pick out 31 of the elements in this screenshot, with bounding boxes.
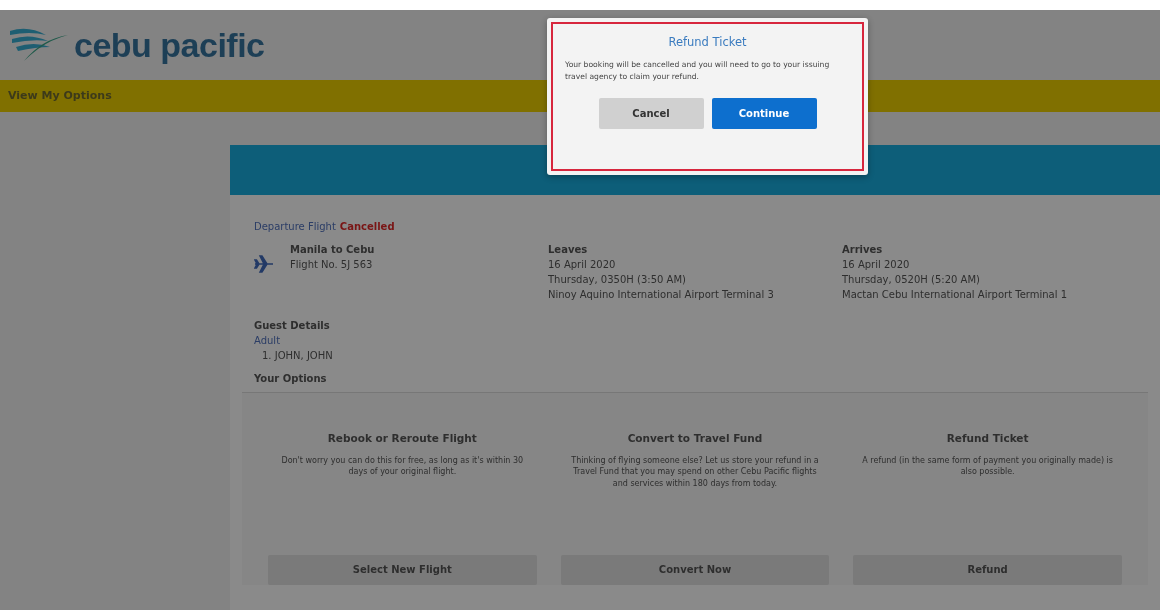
flight-number: Flight No. 5J 563 [290,258,374,272]
continue-button[interactable]: Continue [711,98,817,130]
airport-name: Ninoy Aquino International Airport Terminal 3 [548,288,775,302]
option-description: Don't worry you can do this for free, as long as it's within 30 days of your original flight. [280,454,525,479]
airplane-icon [254,254,274,274]
airport-name: Mactan Cebu International Airport Terminal 1 [842,288,1069,302]
option-title: Rebook or Reroute Flight [326,431,478,446]
option-button[interactable]: Select New Flight [268,554,537,585]
leg-heading: Arrives [842,243,884,257]
option-description: Thinking of flying someone else? Let us store your refund in a Travel Fund that you may spend on other Cebu Pacific flights and services within 180 days from today. [570,454,820,490]
guest-type: Adult [254,334,282,348]
logo-text: cebu pacific [74,28,265,62]
cancel-button[interactable]: Cancel [598,98,704,130]
page-title: View My Options [8,87,112,104]
dialog-title: Refund Ticket [667,34,748,51]
route-name: Manila to Cebu [290,243,375,257]
section-title: Guest Details [254,319,331,333]
option-title: Convert to Travel Fund [626,431,764,446]
leg-time: Thursday, 0520H (5:20 AM) [842,273,981,287]
leg-time: Thursday, 0350H (3:50 AM) [548,273,687,287]
leg-date: 16 April 2020 [548,258,617,272]
option-button[interactable]: Refund [853,554,1122,585]
option-description: A refund (in the same form of payment you originally made) is also possible. [861,454,1114,479]
option-title: Refund Ticket [945,431,1030,446]
guest-name: 1. JOHN, JOHN [261,349,334,363]
option-button[interactable]: Convert Now [560,554,830,585]
leg-heading: Leaves [548,243,589,257]
flight-label: Departure Flight [254,220,336,234]
section-title: Your Options [254,372,328,386]
flight-status: Cancelled [339,220,395,234]
leg-date: 16 April 2020 [842,258,911,272]
